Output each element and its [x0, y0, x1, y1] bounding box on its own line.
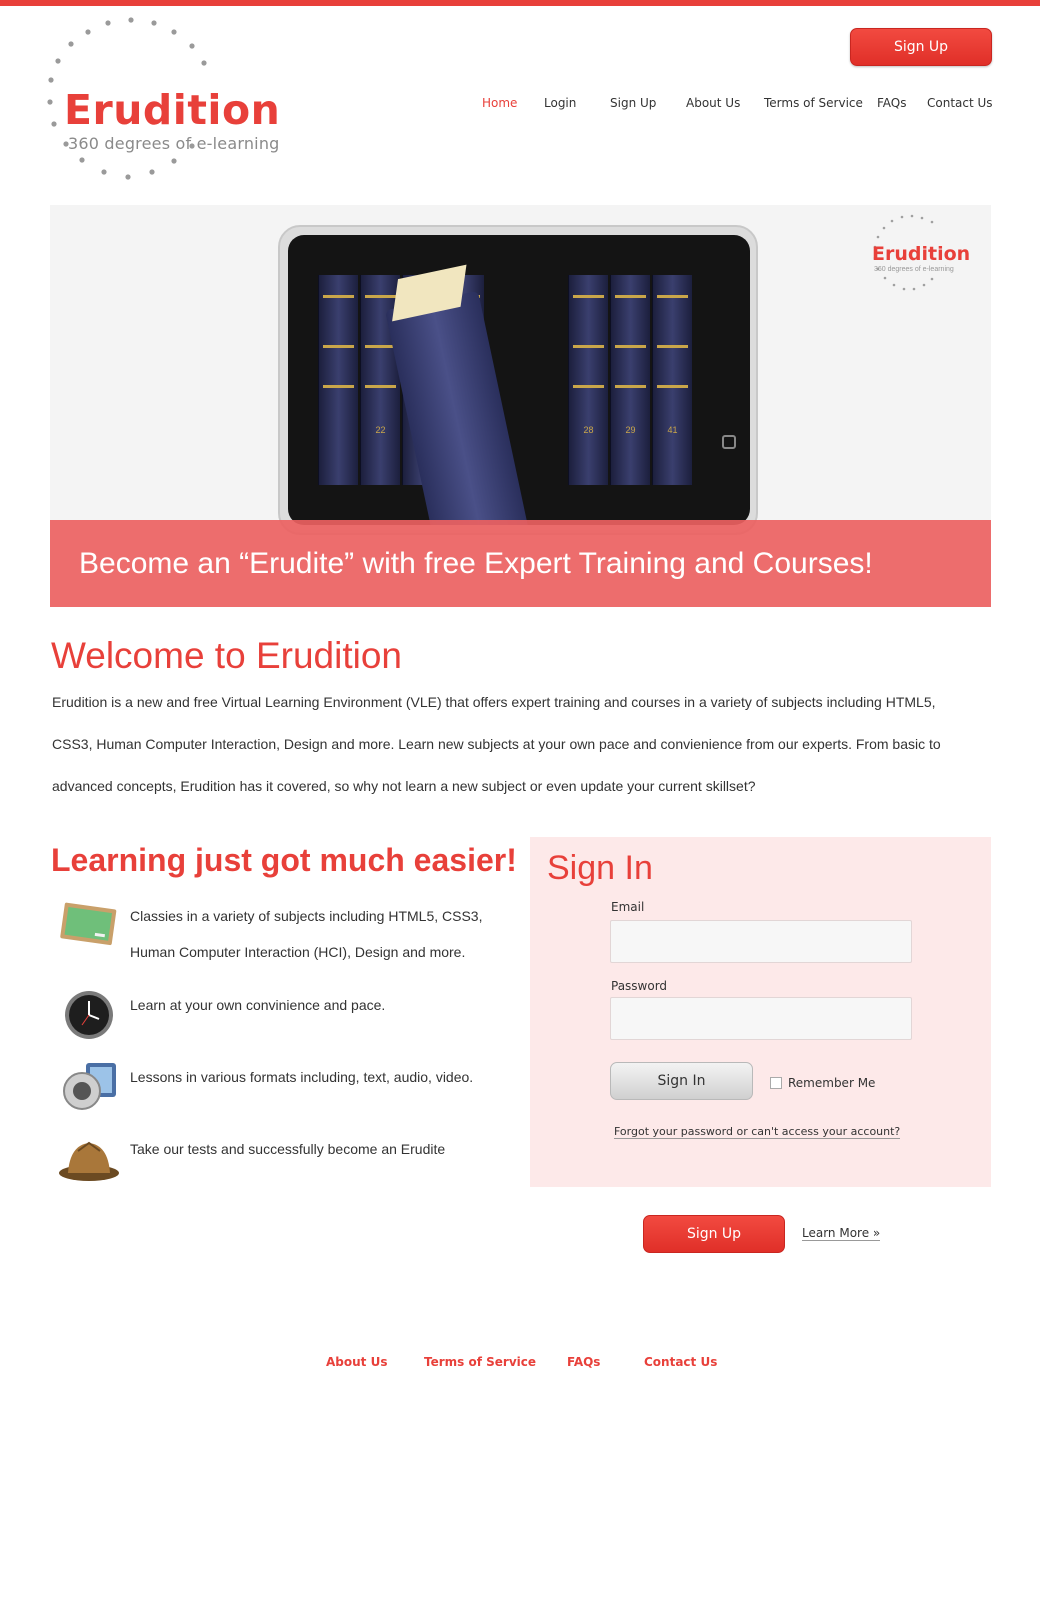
- feature-text: Classies in a variety of subjects includ…: [130, 908, 483, 960]
- book-number: 28: [583, 425, 594, 435]
- book-spine: 28: [568, 275, 608, 485]
- tilted-book: [384, 264, 532, 525]
- password-label: Password: [611, 979, 668, 993]
- forgot-password-link[interactable]: Forgot your password or can't access you…: [614, 1125, 901, 1139]
- remember-checkbox[interactable]: [770, 1077, 782, 1089]
- hero-logo: Erudition 360 degrees of e-learning: [862, 213, 972, 293]
- footer-terms[interactable]: Terms of Service: [424, 1355, 536, 1369]
- chalkboard-icon: [60, 902, 117, 946]
- nav-signup[interactable]: Sign Up: [610, 96, 656, 110]
- nav-home[interactable]: Home: [482, 96, 517, 110]
- learn-more-link[interactable]: Learn More »: [802, 1226, 881, 1241]
- footer-faqs[interactable]: FAQs: [567, 1355, 600, 1369]
- book-spine: 41: [652, 275, 692, 485]
- signin-title: Sign In: [547, 849, 653, 887]
- signin-panel: Sign In Email Password Sign In Remember …: [530, 837, 991, 1187]
- learning-title: Learning just got much easier!: [51, 842, 517, 878]
- signin-button[interactable]: Sign In: [610, 1062, 753, 1100]
- hero-logo-wordmark: Erudition: [872, 243, 971, 265]
- hero-logo-tagline: 360 degrees of e-learning: [874, 266, 954, 273]
- media-icon: [63, 1063, 116, 1110]
- tablet-image: 22 23 28 29 41: [278, 225, 758, 535]
- clock-icon: [65, 991, 113, 1039]
- hero-banner-text: Become an “Erudite” with free Expert Tra…: [79, 546, 873, 580]
- nav-faqs[interactable]: FAQs: [877, 96, 907, 110]
- top-accent-bar: [0, 0, 1040, 6]
- feature-text: Learn at your own convinience and pace.: [130, 997, 386, 1013]
- remember-me[interactable]: Remember Me: [770, 1076, 875, 1090]
- password-field[interactable]: [610, 997, 912, 1040]
- nav-login[interactable]: Login: [544, 96, 576, 110]
- feature-text: Take our tests and successfully become a…: [130, 1141, 446, 1157]
- welcome-title: Welcome to Erudition: [51, 635, 402, 676]
- logo-tagline: 360 degrees of e-learning: [68, 134, 280, 153]
- main-nav: Home Login Sign Up About Us Terms of Ser…: [0, 96, 1040, 116]
- book-number: 41: [667, 425, 678, 435]
- nav-about[interactable]: About Us: [686, 96, 740, 110]
- cta-signup-button[interactable]: Sign Up: [643, 1215, 785, 1253]
- feature-text: Lessons in various formats including, te…: [130, 1069, 474, 1085]
- header-signup-button[interactable]: Sign Up: [850, 28, 992, 66]
- book-spine: [318, 275, 358, 485]
- tablet-home-button: [722, 435, 736, 449]
- book-spine: 29: [610, 275, 650, 485]
- detective-hat-icon: [59, 1141, 119, 1181]
- email-field[interactable]: [610, 920, 912, 963]
- hero-section: 22 23 28 29 41 Erudition 360 degrees of …: [50, 205, 991, 607]
- book-number: 29: [625, 425, 636, 435]
- nav-contact[interactable]: Contact Us: [927, 96, 993, 110]
- email-label: Email: [611, 900, 645, 914]
- tablet-screen: 22 23 28 29 41: [288, 235, 750, 525]
- footer-about[interactable]: About Us: [326, 1355, 387, 1369]
- footer-contact[interactable]: Contact Us: [644, 1355, 717, 1369]
- remember-label: Remember Me: [788, 1076, 876, 1090]
- book-number: 22: [375, 425, 386, 435]
- hero-banner: Become an “Erudite” with free Expert Tra…: [50, 520, 991, 607]
- nav-terms[interactable]: Terms of Service: [764, 96, 863, 110]
- welcome-text: Erudition is a new and free Virtual Lear…: [52, 694, 941, 794]
